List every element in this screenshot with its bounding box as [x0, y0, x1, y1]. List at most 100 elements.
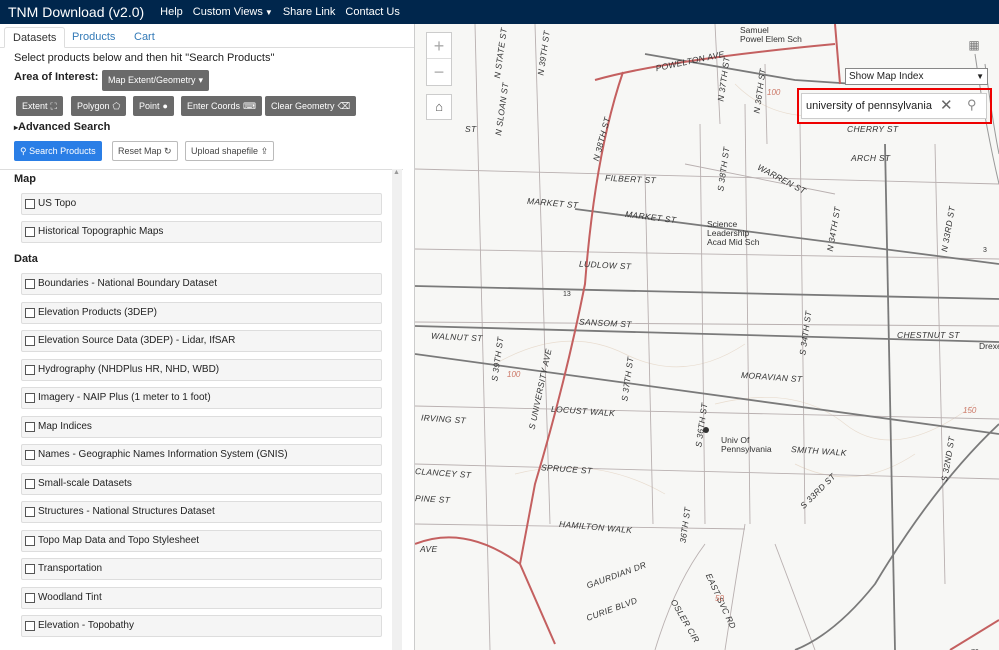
advanced-search-label: Advanced Search	[18, 121, 111, 133]
left-panel: Datasets Products Cart Select products b…	[0, 24, 415, 650]
upload-icon: ⇪	[260, 146, 269, 156]
instructions-text: Select products below and then hit "Sear…	[14, 52, 275, 64]
chevron-down-icon: ▼	[976, 72, 984, 81]
point-label: Point	[139, 101, 160, 111]
polygon-label: Polygon	[77, 101, 110, 111]
dataset-label: US Topo	[38, 198, 77, 209]
dataset-label: Transportation	[38, 563, 103, 574]
basemap-gallery-icon[interactable]: ▦	[965, 38, 983, 56]
checkbox[interactable]	[25, 621, 35, 631]
location-search-input[interactable]: university of pennsylvania	[806, 100, 932, 112]
dataset-label: Map Indices	[38, 421, 92, 432]
checkbox[interactable]	[25, 450, 35, 460]
checkbox[interactable]	[25, 536, 35, 546]
nav-contact-us[interactable]: Contact Us	[345, 6, 399, 18]
contour-label: 100	[767, 88, 781, 97]
dataset-item-names-gnis[interactable]: Names - Geographic Names Information Sys…	[21, 444, 382, 466]
map-index-select[interactable]: Show Map Index ▼	[845, 68, 988, 85]
contour-label: 100	[507, 370, 521, 379]
dataset-item-topobathy[interactable]: Elevation - Topobathy	[21, 615, 382, 637]
polygon-icon: ⬠	[112, 101, 121, 111]
dataset-item-historical-topo[interactable]: Historical Topographic Maps	[21, 221, 382, 243]
aoi-dropdown-label: Map Extent/Geometry	[108, 75, 196, 85]
dataset-item-structures[interactable]: Structures - National Structures Dataset	[21, 501, 382, 523]
caret-down-icon: ▼	[264, 8, 273, 17]
dataset-item-imagery[interactable]: Imagery - NAIP Plus (1 meter to 1 foot)	[21, 387, 382, 409]
checkbox[interactable]	[25, 365, 35, 375]
dataset-label: Hydrography (NHDPlus HR, NHD, WBD)	[38, 364, 220, 375]
enter-coords-button[interactable]: Enter Coords ⌨	[181, 96, 263, 116]
search-icon[interactable]: ⚲	[967, 97, 977, 113]
dataset-label: Boundaries - National Boundary Dataset	[38, 278, 217, 289]
checkbox[interactable]	[25, 564, 35, 574]
nav-custom-views[interactable]: Custom Views ▼	[193, 6, 273, 18]
checkbox[interactable]	[25, 227, 35, 237]
upload-shapefile-button[interactable]: Upload shapefile ⇪	[185, 141, 275, 161]
zoom-in-button[interactable]: +	[427, 33, 451, 59]
dataset-item-small-scale[interactable]: Small-scale Datasets	[21, 473, 382, 495]
tab-datasets[interactable]: Datasets	[4, 27, 66, 48]
checkbox[interactable]	[25, 199, 35, 209]
section-map-heading: Map	[14, 173, 36, 185]
app-title: TNM Download (v2.0)	[8, 4, 145, 20]
extent-icon: ⛶	[50, 101, 57, 111]
polygon-button[interactable]: Polygon ⬠	[71, 96, 127, 116]
enter-coords-label: Enter Coords	[187, 101, 241, 111]
checkbox[interactable]	[25, 422, 35, 432]
search-products-button[interactable]: ⚲ Search Products	[14, 141, 102, 161]
dataset-label: Elevation Source Data (3DEP) - Lidar, If…	[38, 335, 236, 346]
checkbox[interactable]	[25, 507, 35, 517]
dataset-item-woodland-tint[interactable]: Woodland Tint	[21, 587, 382, 609]
route-3-shield: 3	[983, 247, 987, 254]
checkbox[interactable]	[25, 393, 35, 403]
label-drexel: Drexe	[979, 341, 999, 351]
tab-products[interactable]: Products	[64, 27, 123, 48]
checkbox[interactable]	[25, 279, 35, 289]
dataset-item-map-indices[interactable]: Map Indices	[21, 416, 382, 438]
contour-label: 150	[963, 406, 977, 415]
caret-down-icon: ▾	[198, 75, 204, 85]
checkbox[interactable]	[25, 593, 35, 603]
place-science-leadership: Science Leadership Acad Mid Sch	[707, 219, 760, 247]
reset-map-label: Reset Map	[118, 146, 162, 156]
home-icon: ⌂	[435, 99, 443, 114]
extent-button[interactable]: Extent ⛶	[16, 96, 63, 116]
close-icon[interactable]: ✕	[940, 96, 953, 114]
clear-geometry-label: Clear Geometry	[271, 101, 335, 111]
point-button[interactable]: Point ●	[133, 96, 174, 116]
scroll-up-icon[interactable]: ▲	[393, 169, 400, 176]
zoom-out-button[interactable]: −	[427, 59, 451, 85]
dataset-item-elevation-source[interactable]: Elevation Source Data (3DEP) - Lidar, If…	[21, 330, 382, 352]
tab-bar: Datasets Products Cart	[0, 24, 414, 48]
aoi-dropdown[interactable]: Map Extent/Geometry ▾	[102, 70, 210, 91]
label-cherry: CHERRY ST	[847, 124, 899, 134]
section-data-heading: Data	[14, 253, 38, 265]
dataset-item-hydrography[interactable]: Hydrography (NHDPlus HR, NHD, WBD)	[21, 359, 382, 381]
tab-cart[interactable]: Cart	[126, 27, 163, 48]
dataset-item-elevation-products[interactable]: Elevation Products (3DEP)	[21, 302, 382, 324]
reset-map-button[interactable]: Reset Map ↻	[112, 141, 178, 161]
nav-help[interactable]: Help	[160, 6, 183, 18]
home-button[interactable]: ⌂	[426, 94, 452, 120]
location-search[interactable]: university of pennsylvania ✕ ⚲	[801, 93, 987, 119]
dataset-label: Small-scale Datasets	[38, 478, 132, 489]
map-index-label: Show Map Index	[849, 71, 924, 82]
dataset-item-boundaries[interactable]: Boundaries - National Boundary Dataset	[21, 273, 382, 295]
dataset-label: Elevation - Topobathy	[38, 620, 134, 631]
clear-geometry-button[interactable]: Clear Geometry ⌫	[265, 96, 357, 116]
dataset-item-topo-map-data[interactable]: Topo Map Data and Topo Stylesheet	[21, 530, 382, 552]
list-scrollbar[interactable]: ▲	[392, 169, 402, 650]
dataset-item-us-topo[interactable]: US Topo	[21, 193, 382, 215]
top-navbar: TNM Download (v2.0) Help Custom Views ▼ S…	[0, 0, 999, 24]
nav-share-link[interactable]: Share Link	[283, 6, 336, 18]
label-st-frag: ST	[465, 124, 477, 134]
map-view[interactable]: POWELTON AVE N 38TH ST FILBERT ST MARKET…	[415, 24, 999, 650]
advanced-search-toggle[interactable]: ▸Advanced Search	[14, 121, 110, 133]
contour-label: 50	[715, 594, 724, 603]
dataset-item-transportation[interactable]: Transportation	[21, 558, 382, 580]
dataset-label: Structures - National Structures Dataset	[38, 506, 215, 517]
checkbox[interactable]	[25, 479, 35, 489]
checkbox[interactable]	[25, 336, 35, 346]
aoi-label: Area of Interest:	[14, 71, 99, 83]
checkbox[interactable]	[25, 308, 35, 318]
